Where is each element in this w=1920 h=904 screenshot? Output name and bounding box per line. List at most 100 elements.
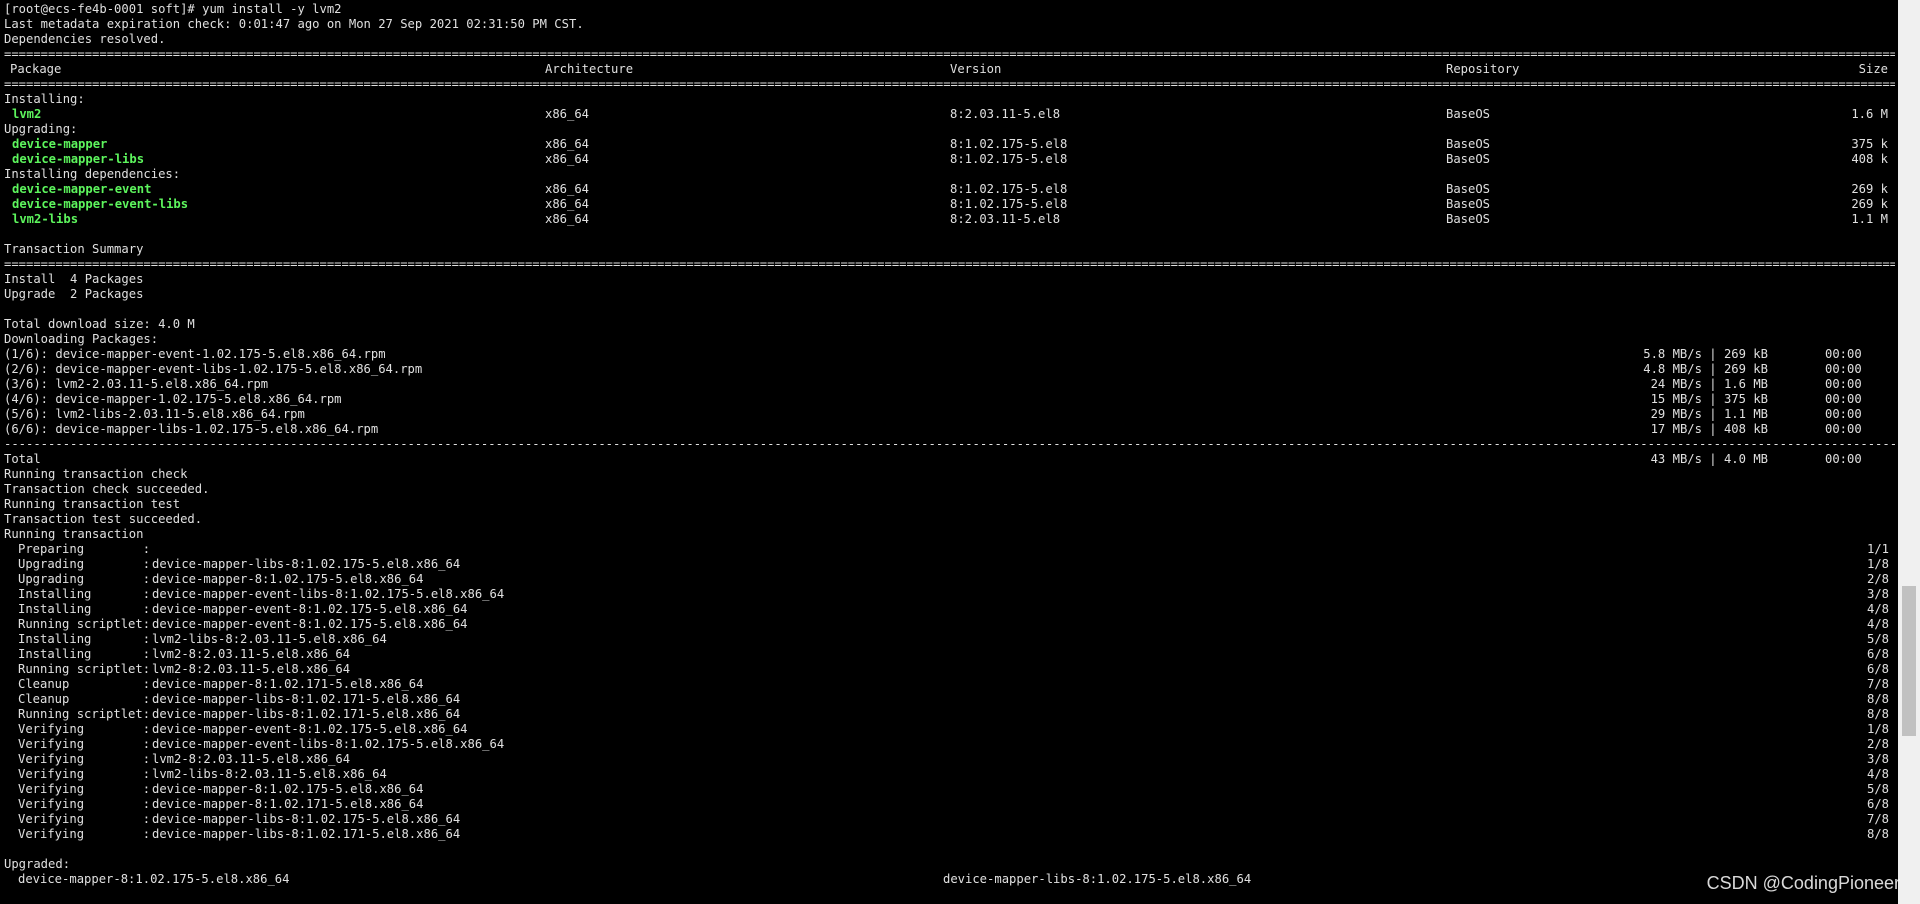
- column-header-repository: Repository: [1446, 62, 1520, 76]
- downloading-label: Downloading Packages:: [0, 332, 1898, 347]
- transaction-step: Verifying : device-mapper-8:1.02.175-5.el…: [0, 782, 1898, 797]
- package-name: device-mapper-event: [12, 182, 152, 196]
- transaction-step: Cleanup : device-mapper-libs-8:1.02.171-5…: [0, 692, 1898, 707]
- download-rate: 4.8 MB/s | 269 kB: [1643, 362, 1768, 376]
- download-time: 00:00: [1825, 347, 1862, 361]
- step-count: 4/8: [1866, 602, 1889, 616]
- step-action: Verifying :: [18, 737, 151, 751]
- step-package: device-mapper-event-8:1.02.175-5.el8.x86…: [152, 617, 468, 631]
- download-row: (2/6): device-mapper-event-libs-1.02.175…: [0, 362, 1898, 377]
- total-download-size-text: Total download size: 4.0 M: [4, 317, 195, 331]
- step-action: Verifying :: [18, 782, 151, 796]
- vertical-scrollbar[interactable]: [1898, 0, 1920, 904]
- transaction-step: Running scriptlet: device-mapper-libs-8:1…: [0, 707, 1898, 722]
- group-title: Installing dependencies:: [0, 167, 1898, 182]
- step-package: device-mapper-libs-8:1.02.175-5.el8.x86_…: [152, 812, 461, 826]
- download-row: (3/6): lvm2-2.03.11-5.el8.x86_64.rpm 24 M…: [0, 377, 1898, 392]
- heavy-rule: ========================================…: [0, 257, 1898, 272]
- step-count: 5/8: [1866, 782, 1889, 796]
- package-row: device-mapper x86_64 8:1.02.175-5.el8 BaseO…: [0, 137, 1898, 152]
- step-action: Installing :: [18, 587, 151, 601]
- package-version: 8:2.03.11-5.el8: [950, 107, 1061, 121]
- upgraded-item: device-mapper-8:1.02.175-5.el8.x86_64: [18, 872, 290, 886]
- step-package: device-mapper-libs-8:1.02.171-5.el8.x86_…: [152, 707, 461, 721]
- heavy-rule: ========================================…: [0, 47, 1898, 62]
- header-line: Dependencies resolved.: [0, 32, 1898, 47]
- transaction-step: Preparing : 1/1: [0, 542, 1898, 557]
- header-line-text: Last metadata expiration check: 0:01:47 …: [4, 17, 584, 31]
- transaction-step: Installing : device-mapper-event-libs-8:1…: [0, 587, 1898, 602]
- transaction-step: Verifying : lvm2-libs-8:2.03.11-5.el8.x86…: [0, 767, 1898, 782]
- transaction-line: Running transaction test: [0, 497, 1898, 512]
- package-version: 8:2.03.11-5.el8: [950, 212, 1061, 226]
- transaction-line-text: Running transaction: [4, 527, 144, 541]
- step-package: lvm2-8:2.03.11-5.el8.x86_64: [152, 662, 351, 676]
- total-download-size: Total download size: 4.0 M: [0, 317, 1898, 332]
- step-action: Verifying :: [18, 812, 151, 826]
- package-version: 8:1.02.175-5.el8: [950, 152, 1068, 166]
- terminal-output[interactable]: [root@ecs-fe4b-0001 soft]# yum install -…: [0, 0, 1898, 904]
- step-count: 4/8: [1866, 767, 1889, 781]
- transaction-line: Running transaction: [0, 527, 1898, 542]
- package-size: 1.1 M: [1851, 212, 1888, 226]
- step-count: 6/8: [1866, 647, 1889, 661]
- rule-characters: ========================================…: [4, 77, 1895, 91]
- transaction-step: Verifying : device-mapper-libs-8:1.02.175…: [0, 812, 1898, 827]
- step-action: Installing :: [18, 602, 151, 616]
- rule-characters: ========================================…: [4, 257, 1895, 271]
- transaction-line-text: Running transaction check: [4, 467, 188, 481]
- download-name: (2/6): device-mapper-event-libs-1.02.175…: [4, 362, 423, 376]
- total-row: Total 43 MB/s | 4.0 MB 00:00: [0, 452, 1898, 467]
- step-package: device-mapper-8:1.02.175-5.el8.x86_64: [152, 572, 424, 586]
- summary-line-text: Upgrade 2 Packages: [4, 287, 144, 301]
- transaction-line: Transaction test succeeded.: [0, 512, 1898, 527]
- transaction-step: Upgrading : device-mapper-8:1.02.175-5.el…: [0, 572, 1898, 587]
- summary-line: Install 4 Packages: [0, 272, 1898, 287]
- package-arch: x86_64: [545, 152, 590, 166]
- light-rule: ----------------------------------------…: [0, 437, 1898, 452]
- package-size: 408 k: [1851, 152, 1888, 166]
- download-rate: 5.8 MB/s | 269 kB: [1643, 347, 1768, 361]
- transaction-line-text: Running transaction test: [4, 497, 181, 511]
- download-row: (6/6): device-mapper-libs-1.02.175-5.el8…: [0, 422, 1898, 437]
- step-package: device-mapper-event-libs-8:1.02.175-5.el…: [152, 587, 505, 601]
- table-header-row: Package Architecture Version Repository Size: [0, 62, 1898, 77]
- total-label: Total: [4, 452, 41, 466]
- step-count: 7/8: [1866, 677, 1889, 691]
- scrollbar-thumb[interactable]: [1902, 585, 1916, 736]
- transaction-line: Transaction check succeeded.: [0, 482, 1898, 497]
- heavy-rule: ========================================…: [0, 77, 1898, 92]
- package-row: device-mapper-libs x86_64 8:1.02.175-5.el8…: [0, 152, 1898, 167]
- package-arch: x86_64: [545, 212, 590, 226]
- package-version: 8:1.02.175-5.el8: [950, 197, 1068, 211]
- step-action: Upgrading :: [18, 572, 151, 586]
- step-action: Verifying :: [18, 797, 151, 811]
- download-time: 00:00: [1825, 362, 1862, 376]
- total-time: 00:00: [1825, 452, 1862, 466]
- step-package: lvm2-8:2.03.11-5.el8.x86_64: [152, 647, 351, 661]
- download-time: 00:00: [1825, 392, 1862, 406]
- step-count: 3/8: [1866, 752, 1889, 766]
- download-rate: 24 MB/s | 1.6 MB: [1650, 377, 1768, 391]
- step-package: device-mapper-event-8:1.02.175-5.el8.x86…: [152, 722, 468, 736]
- step-count: 7/8: [1866, 812, 1889, 826]
- step-count: 8/8: [1866, 827, 1889, 841]
- group-title-text: Installing dependencies:: [4, 167, 181, 181]
- transaction-line-text: Transaction test succeeded.: [4, 512, 203, 526]
- step-package: lvm2-libs-8:2.03.11-5.el8.x86_64: [152, 632, 387, 646]
- step-package: device-mapper-libs-8:1.02.171-5.el8.x86_…: [152, 692, 461, 706]
- header-line-text: Dependencies resolved.: [4, 32, 166, 46]
- step-package: device-mapper-libs-8:1.02.171-5.el8.x86_…: [152, 827, 461, 841]
- download-name: (3/6): lvm2-2.03.11-5.el8.x86_64.rpm: [4, 377, 269, 391]
- step-action: Installing :: [18, 647, 151, 661]
- package-row: device-mapper-event-libs x86_64 8:1.02.175…: [0, 197, 1898, 212]
- step-action: Cleanup :: [18, 692, 151, 706]
- download-rate: 29 MB/s | 1.1 MB: [1650, 407, 1768, 421]
- download-name: (4/6): device-mapper-1.02.175-5.el8.x86_…: [4, 392, 342, 406]
- transaction-line: Running transaction check: [0, 467, 1898, 482]
- package-repo: BaseOS: [1446, 182, 1491, 196]
- step-action: Preparing :: [18, 542, 151, 556]
- package-repo: BaseOS: [1446, 107, 1491, 121]
- transaction-step: Running scriptlet: device-mapper-event-8:…: [0, 617, 1898, 632]
- total-rate: 43 MB/s | 4.0 MB: [1650, 452, 1768, 466]
